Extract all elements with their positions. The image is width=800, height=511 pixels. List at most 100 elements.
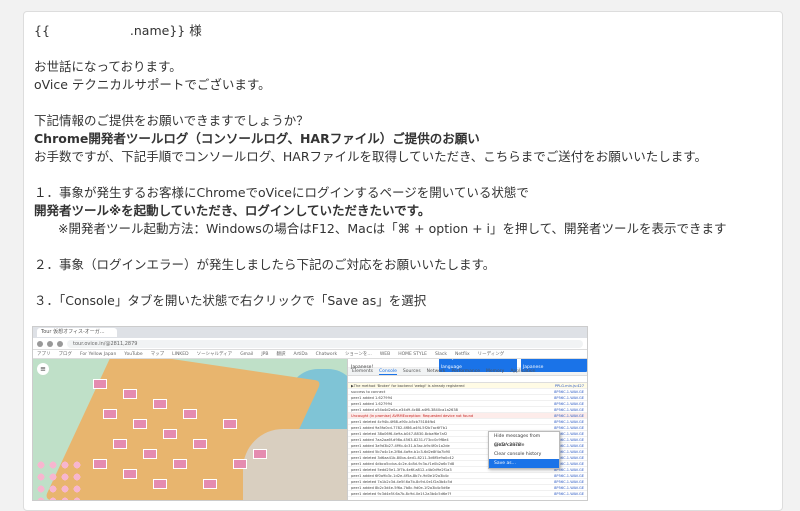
log-message: ▶The method 'Broker' for backend 'webgl'… [351, 384, 465, 388]
log-message: peer1 added 8b2c3d4e-5f6a-7b8c-9d0e-1f2a… [351, 486, 450, 490]
desk-tile [173, 459, 187, 469]
log-source: 8P56C.1.WAV.GE [554, 420, 584, 424]
desk-tile [163, 429, 177, 439]
embedded-screenshot: Tour 仮想オフィス-オーガ... tour.ovice.in/@2811,2… [32, 326, 588, 501]
log-message: peer1 added a54a4d2e0a-e34d9-4c88-a4f6-3… [351, 408, 458, 412]
context-menu-item: Clear console [494, 443, 525, 448]
bookmark-item: アプリ [37, 352, 51, 357]
devtools-tab: Elements [352, 369, 373, 374]
devtools-tab: Performance [451, 369, 480, 374]
step-1: １．事象が発生するお客様にChromeでoViceにログインするページを開いてい… [34, 185, 529, 200]
bookmark-item: YouTube [124, 352, 143, 357]
bookmark-item: WEB [379, 352, 391, 357]
desk-tile [93, 379, 107, 389]
log-message: peer1 deleted 3d6aa41b-80ba-4ed1-8211-3d… [351, 456, 454, 460]
paragraph-2: oVice テクニカルサポートでございます。 [34, 77, 271, 92]
log-source: 8P56C.1.WAV.GE [554, 408, 584, 412]
bookmark-item: HOME STYLE [398, 352, 428, 357]
greeting-suffix: 様 [189, 23, 202, 38]
step-1-note: ※開発者ツール起動方法：Windowsの場合はF12、Macは「⌘ + opti… [58, 221, 727, 236]
ovice-space-view: ≡ [33, 359, 347, 500]
log-source: 8P56C.1.WAV.GE [554, 402, 584, 406]
desk-tile [233, 459, 247, 469]
bookmark-item: ショーンを… [345, 352, 372, 357]
devtools-tab: Application [510, 369, 536, 374]
email-body-card: {{ .name}} 様 お世話になっております。 oVice テクニカルサポート… [23, 11, 783, 511]
devtools-language-banner: DevTools is now available in Japanese! A… [348, 359, 587, 372]
address-bar: tour.ovice.in/@2811,2879 [33, 338, 587, 350]
browser-tab: Tour 仮想オフィス-オーガ... [37, 328, 117, 337]
log-message: peer1 deleted 7a1b2c3d-4e5f-6a7b-8c9d-0e… [351, 480, 453, 484]
context-menu-item: Save as... [489, 459, 559, 468]
stone-path [243, 429, 347, 500]
desk-tile [133, 419, 147, 429]
desk-tile [183, 409, 197, 419]
desk-tile [203, 479, 217, 489]
bookmark-item: リーディング [477, 352, 505, 357]
desk-tile [153, 399, 167, 409]
bookmark-item: 翻訳 [276, 352, 286, 357]
bookmarks-bar: アプリ ブログ For Yellow Japan YouTube マップ LINKED ソー… [33, 350, 587, 359]
log-message: peer1 added 1.627994 [351, 396, 393, 400]
desk-tile [143, 449, 157, 459]
log-message: peer1 added 4dbca5ccba-4c2e-4c8d-9c3a-f1… [351, 462, 455, 466]
step-3: ３．「Console」タブを開いた状態で右クリックで「Save as」を選択 [34, 293, 427, 308]
browser-tab-strip: Tour 仮想オフィス-オーガ... [33, 327, 587, 338]
bookmark-item: For Yellow Japan [80, 352, 117, 357]
bookmark-item: Slack [435, 352, 447, 357]
devtools-tab: Console [378, 369, 397, 375]
desk-tile [123, 389, 137, 399]
log-message: Uncaught (in promise) AVRMException: Req… [351, 414, 474, 418]
back-icon [37, 340, 43, 347]
desk-tile [223, 419, 237, 429]
desk-tile [253, 449, 267, 459]
desk-tile [153, 479, 167, 489]
log-source: 8P56C.1.WAV.GE [554, 390, 584, 394]
log-message: success to connect [351, 390, 386, 394]
log-source: 8P56C.1.WAV.GE [554, 480, 584, 484]
desk-tile [103, 409, 117, 419]
paragraph-5: お手数ですが、下記手順でコンソールログ、HARファイルを取得していただき、こちら… [34, 149, 708, 164]
log-message: peer1 deleted 5edd25e1-3f7b-4e6f-a812-c4… [351, 468, 452, 472]
desk-tile [93, 459, 107, 469]
log-message: peer1 deleted 4c94b-4f68-a90c-b5cb75184f… [351, 420, 436, 424]
context-menu-item: Clear console history [494, 452, 542, 457]
console-log-row: peer1 deleted 9c3d4e5f-6a7b-8c9d-0e1f-2a… [348, 491, 587, 497]
devtools-tab: Memory [486, 369, 505, 374]
log-source: 8P56C.1.WAV.GE [554, 414, 584, 418]
log-source: 8P56C.1.WAV.GE [554, 396, 584, 400]
devtools-panel: DevTools is now available in Japanese! A… [347, 359, 587, 500]
bookmark-item: LINKED [172, 352, 189, 357]
paragraph-3: 下記情報のご提供をお願いできますでしょうか？ [34, 113, 309, 128]
desk-tile [123, 469, 137, 479]
desk-tile [193, 439, 207, 449]
bookmark-item: Gmail [240, 352, 254, 357]
forward-icon [47, 340, 53, 347]
bookmark-item: Chatwork [315, 352, 338, 357]
bookmark-item: マップ [150, 352, 165, 357]
log-source: PPLG.min.js:427 [554, 384, 584, 388]
devtools-tab: Network [426, 369, 446, 374]
step-1-bold: 開発者ツール※を起動していただき、ログインしていただきたいです。 [34, 203, 431, 218]
log-message: peer1 added 5b7a4c1e-2f8d-4a9e-b1c3-6d2e… [351, 450, 451, 454]
greeting-line: {{ .name}} 様 [34, 22, 772, 40]
step-2: ２．事象（ログインエラー）が発生しましたら下記のご対応をお願いいたします。 [34, 257, 496, 272]
log-source: 8P56C.1.WAV.GE [554, 426, 584, 430]
devtools-tab: Sources [402, 369, 421, 374]
greeting-field: .name}} [129, 23, 186, 38]
paragraph-1: お世話になっております。 [34, 59, 182, 74]
console-filter-bar [348, 376, 587, 383]
log-source: 8P56C.1.WAV.GE [554, 474, 584, 478]
bookmark-item: JPB [261, 352, 269, 357]
greeting-open: {{ [34, 23, 50, 38]
log-message: peer1 added 1.627994 [351, 402, 393, 406]
bookmark-item: Netflix [454, 352, 470, 357]
log-message: peer1 added 3a9d3b27-4f9b-4c31-b3ac-b9c4… [351, 444, 450, 448]
reload-icon [57, 340, 63, 347]
email-content: {{ .name}} 様 お世話になっております。 oVice テクニカルサポート… [34, 22, 772, 310]
context-menu-item: Hide messages from @VDA.2878 [494, 434, 541, 448]
log-message: peer1 deleted 38a06f6-4e9a-b047-8830-8cb… [351, 432, 448, 436]
bookmark-item: ブログ [58, 352, 73, 357]
request-heading: Chrome開発者ツールログ（コンソールログ、HARファイル）ご提供のお願い [34, 131, 480, 146]
log-message: peer1 added 9a5fa0cd-7782-4f86-a4f4-5f2b… [351, 426, 448, 430]
